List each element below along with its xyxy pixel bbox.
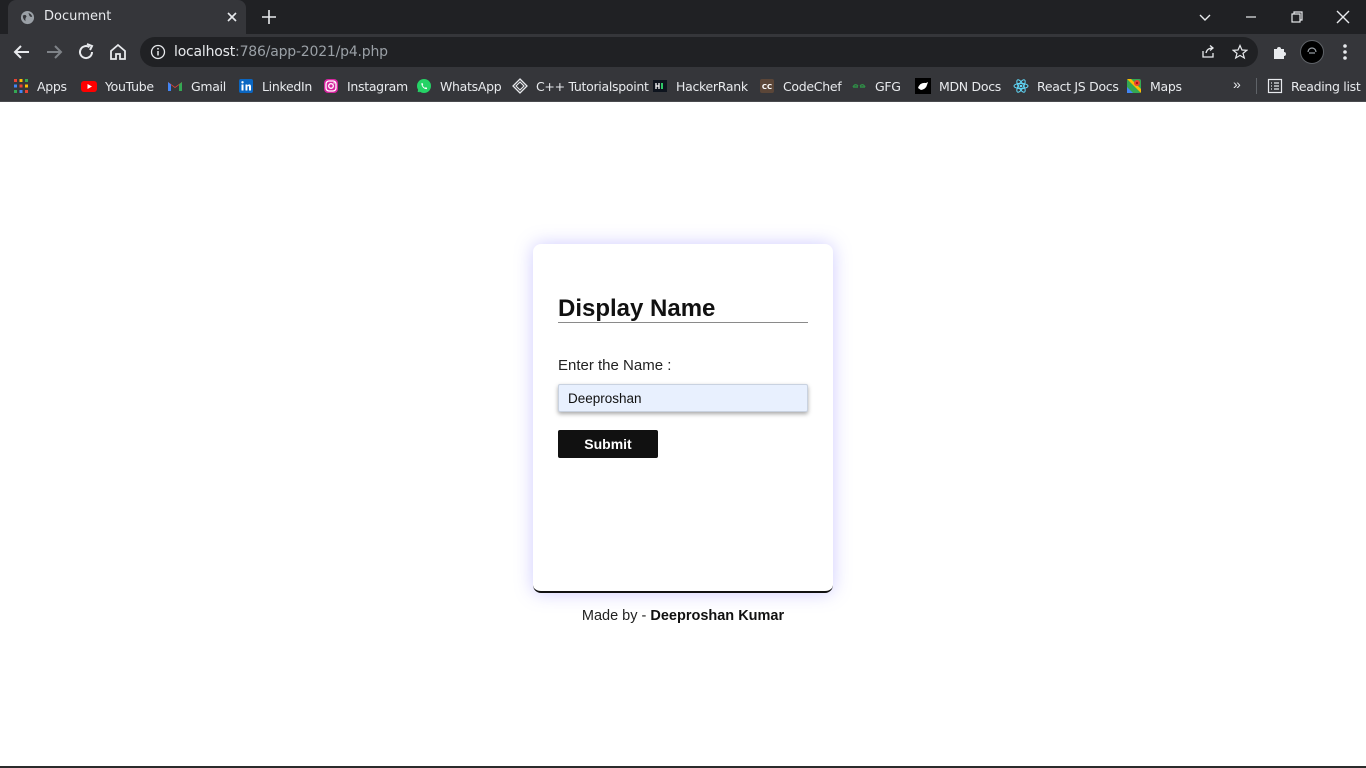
bookmark-instagram[interactable]: Instagram: [323, 76, 408, 96]
bookmark-label: C++ Tutorialspoint: [536, 78, 649, 94]
bookmark-maps[interactable]: Maps: [1126, 76, 1182, 96]
bookmark-label: LinkedIn: [262, 78, 312, 94]
bookmark-gfg[interactable]: GFG: [851, 76, 901, 96]
bookmark-label: Apps: [37, 78, 67, 94]
url-path: :786/app-2021/p4.php: [235, 44, 388, 60]
gfg-icon: [852, 84, 866, 88]
bookmark-label: Gmail: [191, 78, 226, 94]
bookmark-whatsapp[interactable]: WhatsApp: [416, 76, 502, 96]
url-host: localhost: [174, 44, 236, 60]
bookmarks-bar: Apps YouTube Gmail LinkedIn Instagram Wh…: [0, 70, 1366, 102]
whatsapp-icon: [417, 79, 431, 93]
reading-list-button[interactable]: Reading list: [1267, 76, 1361, 96]
browser-toolbar: localhost:786/app-2021/p4.php: [0, 34, 1366, 70]
bookmark-youtube[interactable]: YouTube: [81, 76, 154, 96]
share-icon[interactable]: [1200, 44, 1216, 60]
tab-strip: Document: [0, 0, 1366, 34]
name-input[interactable]: [558, 384, 808, 412]
bookmark-label: Instagram: [347, 78, 408, 94]
instagram-icon: [324, 79, 338, 93]
globe-icon: [20, 10, 35, 25]
bookmark-label: HackerRank: [676, 78, 748, 94]
forward-icon[interactable]: [42, 40, 66, 64]
hackerrank-icon: [653, 80, 667, 92]
credit-text: Made by - Deeproshan Kumar: [0, 608, 1366, 624]
codechef-icon: CC: [760, 79, 774, 93]
mdn-icon: [915, 78, 931, 94]
linkedin-icon: [239, 79, 253, 93]
bookmark-label: React JS Docs: [1037, 78, 1119, 94]
menu-kebab-icon[interactable]: [1334, 41, 1356, 63]
maps-icon: [1127, 79, 1141, 93]
close-window-icon[interactable]: [1331, 5, 1355, 29]
close-tab-icon[interactable]: [224, 9, 240, 25]
profile-icon: [1307, 47, 1317, 54]
react-icon: [1013, 79, 1029, 93]
apps-grid-icon: [14, 79, 28, 93]
more-bookmarks-button[interactable]: »: [1233, 76, 1251, 96]
bookmark-apps[interactable]: Apps: [13, 76, 67, 96]
credit-author: Deeproshan Kumar: [650, 608, 785, 624]
bookmark-label: MDN Docs: [939, 78, 1001, 94]
bookmark-hackerrank[interactable]: HackerRank: [652, 76, 748, 96]
bookmark-label: YouTube: [105, 78, 154, 94]
tab-search-icon[interactable]: [1193, 5, 1217, 29]
extensions-icon[interactable]: [1269, 41, 1291, 63]
address-bar[interactable]: localhost:786/app-2021/p4.php: [140, 37, 1258, 67]
active-tab[interactable]: Document: [8, 0, 246, 34]
bookmark-mdn[interactable]: MDN Docs: [915, 76, 1001, 96]
bookmark-codechef[interactable]: CC CodeChef: [759, 76, 842, 96]
url-text[interactable]: localhost:786/app-2021/p4.php: [174, 44, 388, 60]
form-title: Display Name: [558, 295, 716, 322]
reload-icon[interactable]: [74, 40, 98, 64]
gmail-icon: [168, 82, 182, 91]
bookmark-tutorialspoint[interactable]: C++ Tutorialspoint: [512, 76, 649, 96]
site-info-icon[interactable]: [150, 44, 166, 60]
back-icon[interactable]: [10, 40, 34, 64]
bookmark-gmail[interactable]: Gmail: [167, 76, 226, 96]
bookmark-label: WhatsApp: [440, 78, 502, 94]
credit-prefix: Made by -: [581, 608, 651, 624]
tutorialspoint-icon: [512, 78, 528, 94]
name-label: Enter the Name :: [558, 357, 672, 374]
page-content: Display Name Enter the Name : Submit Mad…: [0, 102, 1366, 768]
bookmark-star-icon[interactable]: [1232, 44, 1248, 60]
bookmark-linkedin[interactable]: LinkedIn: [238, 76, 312, 96]
bookmarks-divider: [1256, 78, 1257, 94]
reading-list-icon: [1267, 78, 1283, 94]
form-card: Display Name Enter the Name : Submit: [533, 244, 833, 593]
bookmark-label: GFG: [875, 78, 901, 94]
bookmark-react-docs[interactable]: React JS Docs: [1013, 76, 1119, 96]
tab-title: Document: [44, 9, 112, 24]
new-tab-icon[interactable]: [260, 8, 278, 26]
minimize-icon[interactable]: [1239, 5, 1263, 29]
title-divider: [558, 322, 808, 323]
bookmark-label: CodeChef: [783, 78, 842, 94]
home-icon[interactable]: [106, 40, 130, 64]
bookmark-label: Maps: [1150, 78, 1182, 94]
youtube-icon: [81, 81, 97, 92]
reading-list-label: Reading list: [1291, 78, 1361, 94]
svg-text:CC: CC: [762, 83, 772, 91]
profile-avatar[interactable]: [1300, 40, 1324, 64]
submit-button[interactable]: Submit: [558, 430, 658, 458]
restore-icon[interactable]: [1285, 5, 1309, 29]
